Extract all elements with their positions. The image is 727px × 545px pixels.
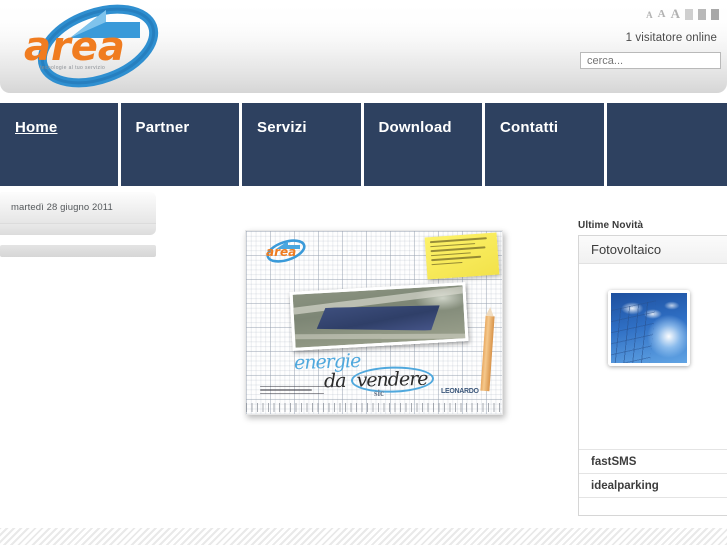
- font-size-large-icon[interactable]: A: [671, 7, 680, 20]
- nav-item-contatti[interactable]: Contatti: [485, 103, 604, 186]
- svg-text:tecnologie al tuo servizio: tecnologie al tuo servizio: [40, 65, 105, 71]
- date-bar: martedì 28 giugno 2011: [0, 192, 156, 224]
- news-panel: Fotovoltaico fastSMS idealparking: [578, 235, 727, 516]
- nav-item-download[interactable]: Download: [363, 103, 483, 186]
- date-bar-footer: [0, 224, 156, 235]
- svg-text:area: area: [24, 24, 125, 70]
- contrast-high-icon[interactable]: [711, 9, 719, 20]
- visitors-online-counter: 1 visitatore online: [625, 32, 717, 44]
- accessibility-controls[interactable]: A A A: [646, 7, 719, 20]
- brand-sic-logo: sic: [374, 388, 384, 398]
- nav-item-empty[interactable]: [606, 103, 727, 186]
- footer-stripe-band: [0, 528, 727, 545]
- solar-panel-sky-photo: [608, 290, 690, 366]
- contrast-medium-icon[interactable]: [698, 9, 706, 20]
- nav-label: Partner: [135, 119, 190, 136]
- sticky-note: [424, 232, 500, 280]
- promo-banner[interactable]: area energie da vendere sic LEONARDO: [245, 230, 503, 415]
- banner-footer: sic LEONARDO: [246, 384, 502, 414]
- page-root: area tecnologie al tuo servizio A A A 1 …: [0, 0, 727, 545]
- panel-header-fotovoltaico[interactable]: Fotovoltaico: [579, 236, 727, 264]
- aerial-solar-plant-photo: [289, 282, 469, 351]
- nav-item-servizi[interactable]: Servizi: [242, 103, 361, 186]
- panel-footer: [579, 497, 727, 515]
- sidebar-item-fastsms[interactable]: fastSMS: [579, 449, 727, 473]
- nav-label: Contatti: [500, 119, 559, 136]
- font-size-small-icon[interactable]: A: [646, 11, 653, 20]
- nav-label: Servizi: [257, 119, 307, 136]
- nav-item-home[interactable]: Home: [0, 103, 118, 186]
- nav-item-partner[interactable]: Partner: [120, 103, 240, 186]
- nav-label: Download: [378, 119, 452, 136]
- right-sidebar-title: Ultime Novità: [578, 220, 644, 231]
- left-sidebar: martedì 28 giugno 2011: [0, 192, 156, 257]
- sidebar-item-idealparking[interactable]: idealparking: [579, 473, 727, 497]
- site-header: area tecnologie al tuo servizio A A A 1 …: [0, 0, 727, 93]
- area-swoosh-logo: area tecnologie al tuo servizio: [24, 4, 159, 88]
- svg-text:area: area: [266, 245, 296, 259]
- panel-body: [579, 264, 727, 449]
- main-navigation: Home Partner Servizi Download Contatti: [0, 103, 727, 186]
- banner-contact-lines: [260, 386, 338, 396]
- font-size-medium-icon[interactable]: A: [658, 9, 666, 20]
- banner-area-logo: area: [266, 239, 306, 263]
- site-logo[interactable]: area tecnologie al tuo servizio: [10, 2, 180, 90]
- contrast-default-icon[interactable]: [685, 9, 693, 20]
- search-input[interactable]: [580, 52, 721, 69]
- brand-leonardo-logo: LEONARDO: [441, 388, 479, 395]
- ruler-graphic: [246, 403, 502, 412]
- right-sidebar: Ultime Novità Fotovoltaico fastSMS ideal…: [578, 220, 727, 516]
- current-date: martedì 28 giugno 2011: [11, 202, 113, 213]
- sidebar-placeholder-block: [0, 245, 156, 257]
- nav-label: Home: [15, 119, 58, 136]
